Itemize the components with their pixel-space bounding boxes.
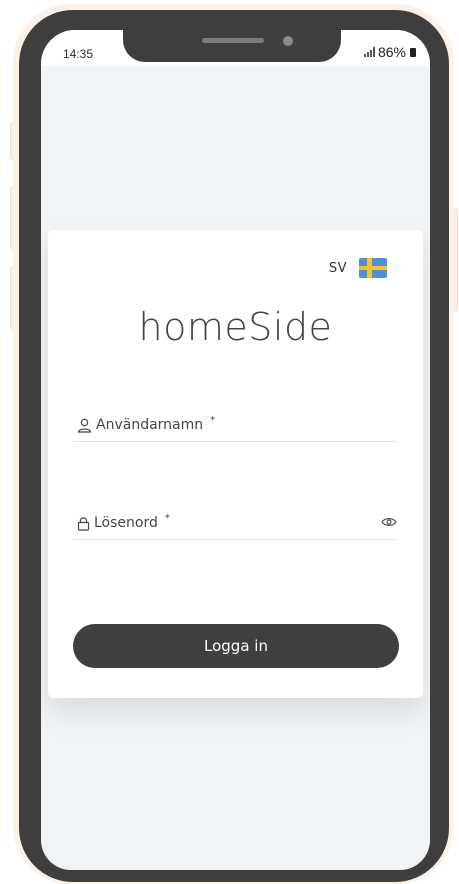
status-time: 14:35 xyxy=(63,47,94,61)
username-label: Användarnamn xyxy=(96,417,204,433)
login-card: SV homeSide Användarnamn * Lösenord * Lo… xyxy=(48,230,423,698)
homeside-logo: homeSide xyxy=(138,305,333,349)
status-bar: 14:35 86% xyxy=(41,30,430,66)
front-camera xyxy=(283,36,293,46)
lock-icon xyxy=(77,516,90,531)
sweden-flag-icon[interactable] xyxy=(359,258,387,278)
user-icon xyxy=(77,418,92,433)
password-required-marker: * xyxy=(164,512,170,524)
phone-screen: 14:35 86% SV homeSide Användarnamn * Lös… xyxy=(41,30,430,870)
password-label-group: Lösenord * xyxy=(77,512,170,531)
username-required-marker: * xyxy=(210,414,216,426)
status-indicators: 86% xyxy=(363,44,416,60)
eye-icon[interactable] xyxy=(381,516,397,528)
login-button[interactable]: Logga in xyxy=(73,624,399,668)
speaker-grille xyxy=(202,38,264,43)
battery-icon xyxy=(410,47,416,57)
signal-icon xyxy=(363,47,375,57)
battery-percentage: 86% xyxy=(377,44,406,60)
language-code: SV xyxy=(328,260,347,276)
language-selector[interactable]: SV xyxy=(329,258,387,278)
notch xyxy=(123,30,341,62)
password-label: Lösenord xyxy=(94,515,158,531)
password-field[interactable]: Lösenord * xyxy=(73,508,397,540)
username-label-group: Användarnamn * xyxy=(77,414,216,433)
username-field[interactable]: Användarnamn * xyxy=(73,410,397,442)
